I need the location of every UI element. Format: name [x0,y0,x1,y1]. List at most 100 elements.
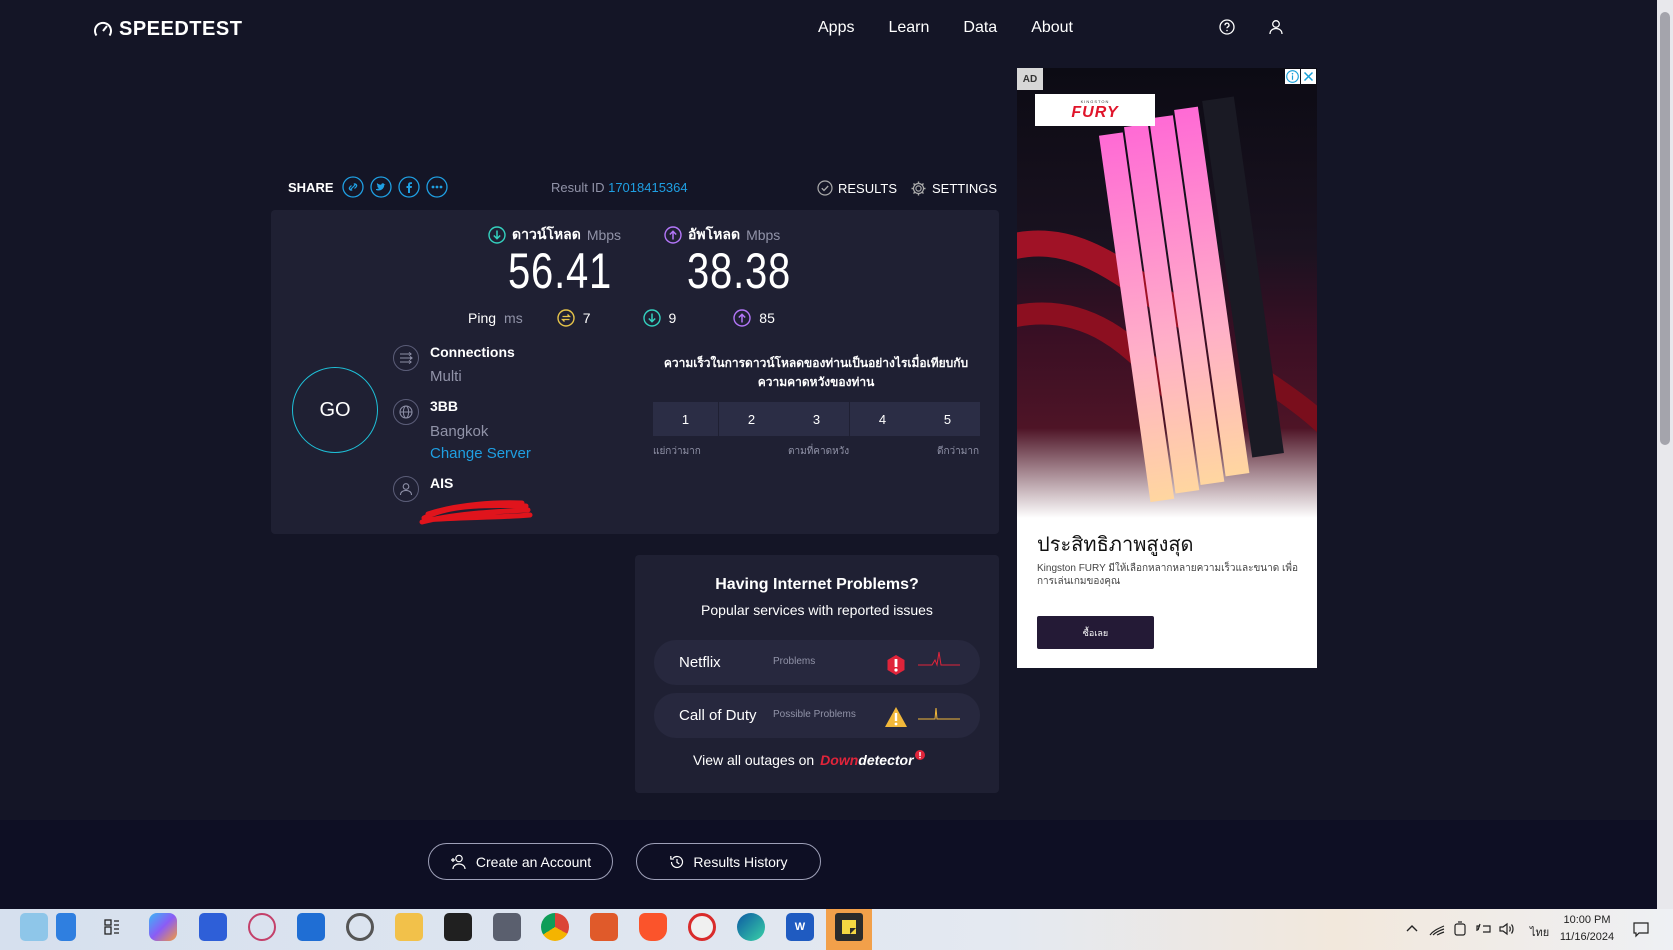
check-circle-icon [817,180,833,196]
change-server-link[interactable]: Change Server [430,445,531,462]
sparkline-icon [918,702,960,722]
ad-brand: FURY [1071,103,1119,121]
server-location: Bangkok [430,423,489,440]
tray-chevron-up-icon[interactable] [1405,922,1419,936]
ad-close-icon[interactable] [1301,69,1316,84]
view-all-label: View all outages on [693,752,815,768]
ad-cta-button[interactable]: ซื้อเลย [1037,616,1154,649]
taskbar-snip-icon[interactable] [248,913,276,941]
taskbar-copilot-icon[interactable] [149,913,177,941]
taskbar-brave-icon[interactable] [639,913,667,941]
create-account-button[interactable]: Create an Account [428,843,613,880]
share-more-icon[interactable] [425,176,448,198]
scrollbar-thumb[interactable] [1660,12,1670,445]
create-account-label: Create an Account [475,853,592,870]
problems-subtitle: Popular services with reported issues [701,602,933,618]
taskbar-taskview-icon[interactable] [98,913,126,941]
ad-badge: AD [1017,68,1043,90]
rating-option-2[interactable]: 2 [719,402,784,436]
taskbar-app-red-icon[interactable] [590,913,618,941]
logo-text: SPEEDTEST [119,18,243,40]
provider-name: AIS [430,475,454,491]
rating-option-1[interactable]: 1 [653,402,718,436]
share-link-icon[interactable] [341,176,364,198]
rating-option-5[interactable]: 5 [915,402,980,436]
service-status: Possible Problems [773,709,856,720]
upload-unit: Mbps [746,227,781,243]
tray-device-icon[interactable] [1453,921,1467,937]
taskbar-calculator-icon[interactable] [493,913,521,941]
ad-info-icon[interactable] [1285,69,1300,84]
share-label: SHARE [288,179,334,195]
gear-icon [910,180,927,197]
taskbar-file-explorer-icon[interactable] [395,913,423,941]
redaction-scribble [418,496,533,526]
ping-label: Ping [468,310,497,326]
alert-icon [885,654,907,676]
rating-mid-label: ตามที่คาดหวัง [788,446,850,457]
download-value: 56.41 [508,243,613,299]
ad-container[interactable]: AD KINGSTON FURY ประสิทธิภาพสูงสุด Kings… [1017,68,1317,668]
add-user-icon [450,854,468,870]
result-id: Result ID 17018415364 [551,180,688,195]
nav-apps[interactable]: Apps [818,19,854,37]
speedtest-logo[interactable]: SPEEDTEST [93,18,242,41]
share-twitter-icon[interactable] [369,176,392,198]
connections-value: Multi [430,368,462,385]
help-icon[interactable] [1219,19,1235,35]
share-facebook-icon[interactable] [397,176,420,198]
tray-volume-icon[interactable] [1499,922,1515,936]
tray-network-icon[interactable] [1429,922,1445,936]
taskbar-chrome-icon[interactable] [541,913,569,941]
server-name: 3BB [430,398,459,414]
taskbar-bottle-icon[interactable] [56,913,76,941]
rating-option-3[interactable]: 3 [784,402,849,436]
tray-clock[interactable]: 10:00 PM 11/16/2024 [1555,912,1619,946]
tray-time: 10:00 PM [1563,914,1611,926]
ping-row: Ping ms 7 9 85 [468,309,775,327]
rating-question: ความเร็วในการดาวน์โหลดของท่านเป็นอย่างไร… [663,356,969,389]
rating-high-label: ดีกว่ามาก [937,446,980,457]
rating-low-label: แย่กว่ามาก [653,446,701,457]
view-all-outages[interactable]: View all outages on Down detector [693,750,925,768]
results-history-button[interactable]: Results History [636,843,821,880]
taskbar-speedtest-icon[interactable] [688,913,716,941]
problems-title: Having Internet Problems? [715,576,919,593]
user-icon[interactable] [1268,19,1284,35]
tray-date: 11/16/2024 [1559,931,1615,943]
taskbar-predator-icon[interactable] [444,913,472,941]
ping-idle-icon [557,309,575,327]
downdetector-brand-down: Down [820,752,859,768]
results-button[interactable]: RESULTS [817,180,897,196]
sparkline-icon [918,648,960,668]
nav-learn[interactable]: Learn [888,19,929,37]
tray-battery-icon[interactable] [1475,922,1493,936]
taskbar-desktop-widget-icon[interactable] [20,913,48,941]
go-button[interactable]: GO [292,367,378,453]
downdetector-alert-icon [914,750,925,760]
rating-option-4[interactable]: 4 [850,402,915,436]
taskbar-edge-icon[interactable] [737,913,765,941]
taskbar-settings-pc-icon[interactable] [199,913,227,941]
taskbar-word-icon[interactable]: W [786,913,814,941]
nav-data[interactable]: Data [963,19,997,37]
provider-user-icon [393,476,419,502]
taskbar-store-icon[interactable] [297,913,325,941]
ad-ram-illustration [1017,96,1317,503]
result-id-link[interactable]: 17018415364 [608,180,688,195]
taskbar-search-tool-icon[interactable] [346,913,374,941]
results-label: RESULTS [838,180,897,196]
settings-button[interactable]: SETTINGS [910,180,997,197]
upload-value: 38.38 [687,243,792,299]
ping-download-icon [642,309,661,327]
service-name: Call of Duty [679,707,757,724]
main-nav: Apps Learn Data About [818,19,1073,37]
tray-language[interactable]: ไทย [1530,923,1549,941]
go-label: GO [319,398,351,421]
taskbar-sticky-notes-icon[interactable] [835,913,863,941]
globe-icon [393,399,419,425]
notifications-icon[interactable] [1632,921,1650,939]
warning-icon [884,706,908,728]
nav-about[interactable]: About [1031,19,1073,37]
ad-headline: ประสิทธิภาพสูงสุด [1037,534,1194,556]
